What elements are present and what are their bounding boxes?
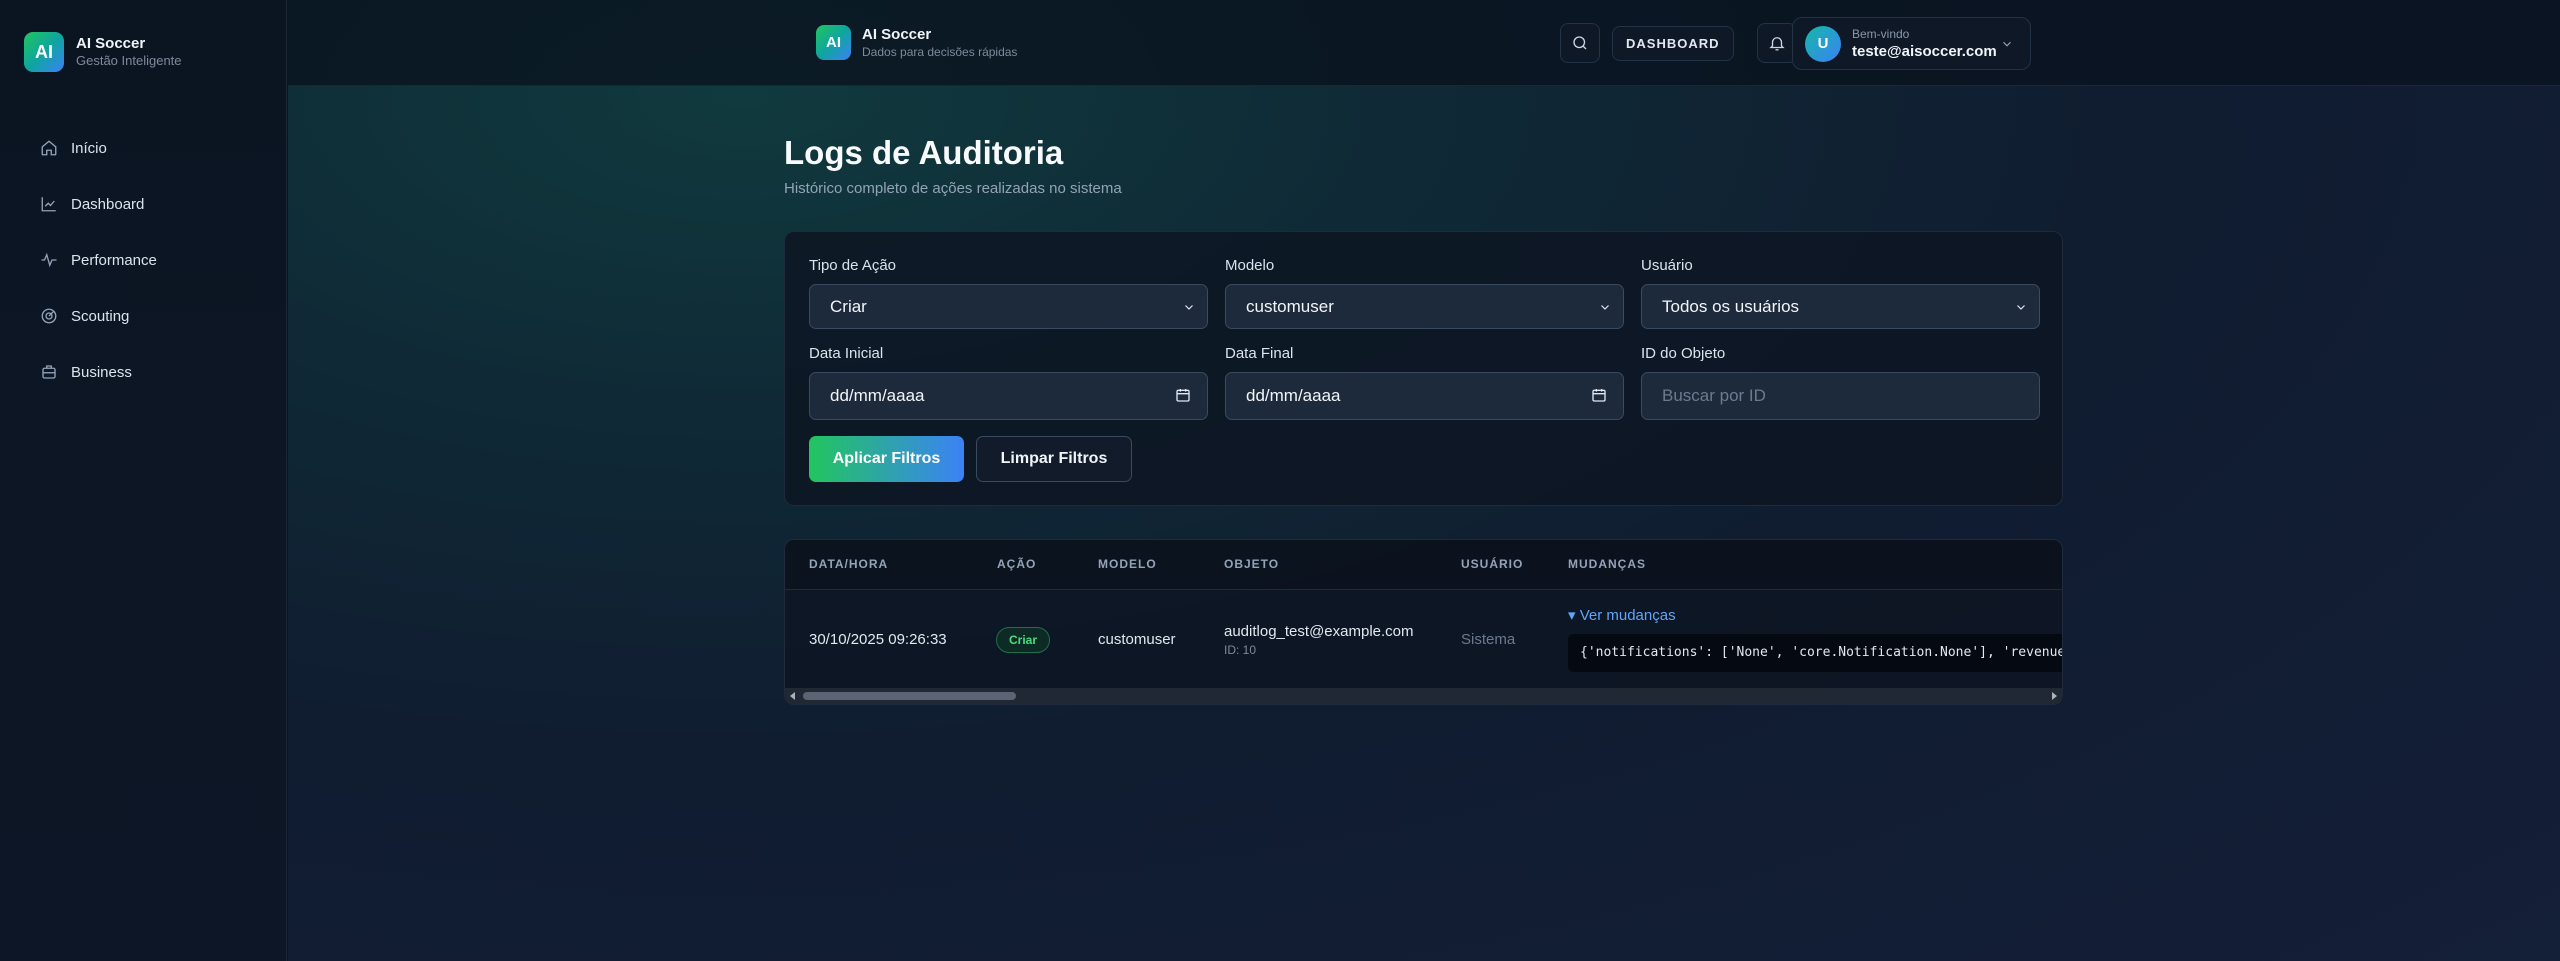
object-id-input[interactable]: Buscar por ID: [1641, 372, 2040, 420]
scroll-right-arrow[interactable]: [2052, 692, 2057, 700]
bell-icon: [1769, 37, 1785, 51]
row-user: Sistema: [1461, 631, 1516, 648]
calendar-icon[interactable]: [1175, 387, 1191, 403]
user-menu[interactable]: U Bem-vindo teste@aisoccer.com: [1792, 17, 2031, 70]
column-header-user: USUÁRIO: [1461, 557, 1524, 571]
table-header: DATA/HORA AÇÃO MODELO OBJETO USUÁRIO MUD…: [785, 540, 2062, 590]
top-bar: AI AI Soccer Dados para decisões rápidas…: [288, 0, 2560, 86]
home-icon: [41, 140, 57, 156]
sidebar-nav: Início Dashboard Performance Scouting Bu…: [40, 120, 157, 400]
horizontal-scrollbar[interactable]: [785, 688, 2062, 704]
end-date-input[interactable]: dd/mm/aaaa: [1225, 372, 1624, 420]
end-date-label: Data Final: [1225, 345, 1294, 362]
topbar-brand[interactable]: AI AI Soccer Dados para decisões rápidas: [816, 25, 1017, 60]
row-model: customuser: [1098, 631, 1176, 648]
sidebar: AI AI Soccer Gestão Inteligente Início D…: [0, 0, 287, 961]
apply-filters-button[interactable]: Aplicar Filtros: [809, 436, 964, 482]
briefcase-icon: [42, 365, 56, 379]
sidebar-item-scouting[interactable]: Scouting: [40, 288, 157, 344]
row-object: auditlog_test@example.com: [1224, 623, 1414, 640]
column-header-action: AÇÃO: [997, 557, 1037, 571]
column-header-model: MODELO: [1098, 557, 1157, 571]
sidebar-item-label: Scouting: [71, 307, 130, 325]
chevron-down-icon: [1185, 305, 1193, 310]
start-date-input[interactable]: dd/mm/aaaa: [809, 372, 1208, 420]
model-select[interactable]: customuser: [1225, 284, 1624, 329]
row-datetime: 30/10/2025 09:26:33: [809, 631, 947, 648]
column-header-object: OBJETO: [1224, 557, 1280, 571]
calendar-icon[interactable]: [1591, 387, 1607, 403]
object-id-label: ID do Objeto: [1641, 345, 1726, 362]
radar-icon: [41, 308, 57, 324]
sidebar-item-business[interactable]: Business: [40, 344, 157, 400]
action-type-select[interactable]: Criar: [809, 284, 1208, 329]
end-date-value: dd/mm/aaaa: [1246, 386, 1341, 405]
start-date-value: dd/mm/aaaa: [830, 386, 925, 405]
start-date-label: Data Inicial: [809, 345, 884, 362]
user-label: Usuário: [1641, 257, 1693, 274]
audit-log-table: DATA/HORA AÇÃO MODELO OBJETO USUÁRIO MUD…: [784, 539, 2063, 705]
search-button[interactable]: [1560, 23, 1600, 63]
brand-subtitle: Gestão Inteligente: [76, 53, 182, 68]
notifications-button[interactable]: [1757, 23, 1797, 63]
chevron-down-icon: [2017, 305, 2025, 310]
activity-icon: [41, 252, 57, 268]
column-header-changes: MUDANÇAS: [1568, 557, 1646, 571]
dashboard-button[interactable]: DASHBOARD: [1612, 26, 1734, 61]
page-title: Logs de Auditoria: [784, 134, 1064, 171]
sidebar-item-inicio[interactable]: Início: [40, 120, 157, 176]
model-label: Modelo: [1225, 257, 1275, 274]
topbar-brand-name: AI Soccer: [862, 25, 932, 43]
action-badge: Criar: [996, 627, 1051, 653]
chevron-down-icon: [1601, 305, 1609, 310]
row-object-id: ID: 10: [1224, 643, 1257, 657]
user-value: Todos os usuários: [1662, 296, 1800, 316]
topbar-logo: AI: [816, 25, 851, 60]
brand-logo: AI: [24, 32, 64, 72]
changes-code: {'notifications': ['None', 'core.Notific…: [1568, 634, 2062, 672]
welcome-text: Bem-vindo: [1852, 26, 1910, 41]
object-id-placeholder: Buscar por ID: [1662, 386, 1766, 405]
chevron-down-icon: [2003, 41, 2011, 47]
sidebar-item-label: Performance: [71, 251, 157, 269]
user-select[interactable]: Todos os usuários: [1641, 284, 2040, 329]
sidebar-item-dashboard[interactable]: Dashboard: [40, 176, 157, 232]
sidebar-brand[interactable]: AI AI Soccer Gestão Inteligente: [24, 32, 182, 72]
clear-filters-button[interactable]: Limpar Filtros: [976, 436, 1132, 482]
filter-card: Tipo de Ação Criar Modelo customuser Usu…: [784, 231, 2063, 506]
brand-name: AI Soccer: [76, 35, 146, 52]
action-type-value: Criar: [830, 296, 867, 316]
sidebar-item-label: Início: [71, 139, 107, 157]
search-icon: [1573, 36, 1587, 50]
sidebar-item-label: Dashboard: [71, 195, 145, 213]
view-changes-toggle[interactable]: ▾ Ver mudanças: [1568, 606, 1676, 624]
topbar-brand-subtitle: Dados para decisões rápidas: [862, 44, 1018, 59]
sidebar-item-label: Business: [71, 363, 132, 381]
column-header-datetime: DATA/HORA: [809, 557, 889, 571]
page-subtitle: Histórico completo de ações realizadas n…: [784, 180, 1122, 197]
sidebar-item-performance[interactable]: Performance: [40, 232, 157, 288]
scroll-left-arrow[interactable]: [790, 692, 795, 700]
chart-icon: [41, 197, 56, 212]
action-type-label: Tipo de Ação: [809, 257, 897, 274]
scrollbar-thumb[interactable]: [803, 692, 1016, 700]
user-email: teste@aisoccer.com: [1852, 42, 1997, 60]
model-value: customuser: [1246, 296, 1334, 316]
avatar: U: [1805, 25, 1841, 62]
